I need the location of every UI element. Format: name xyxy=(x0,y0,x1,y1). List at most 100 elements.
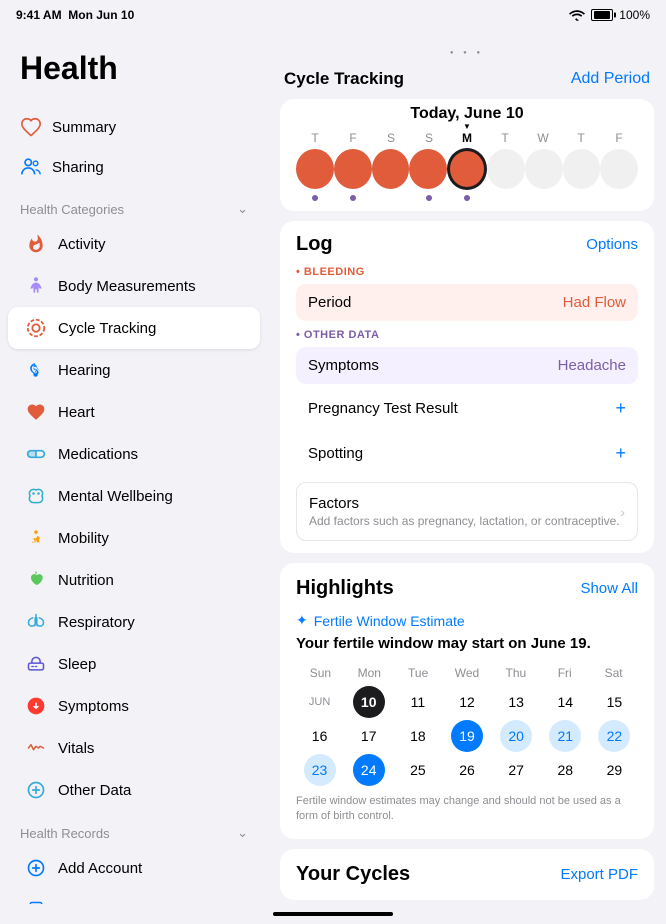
log-row-period[interactable]: Period Had Flow xyxy=(296,284,638,321)
sidebar-item-body-measurements[interactable]: Body Measurements xyxy=(8,265,260,307)
ear-icon xyxy=(24,358,48,382)
factors-chevron-icon: › xyxy=(620,504,625,520)
cal-day-24[interactable]: 24 xyxy=(353,754,385,786)
symptoms-row-label: Symptoms xyxy=(308,357,379,374)
cal-day-14[interactable]: 14 xyxy=(542,686,589,718)
fertile-footnote: Fertile window estimates may change and … xyxy=(296,794,638,825)
sidebar-item-symptoms[interactable]: Symptoms xyxy=(8,685,260,727)
day-circle-3[interactable] xyxy=(372,149,410,189)
battery-label: 100% xyxy=(619,8,650,22)
day-label-f2: F xyxy=(600,131,638,145)
sidebar-item-hearing[interactable]: Hearing xyxy=(8,349,260,391)
respiratory-label: Respiratory xyxy=(58,614,135,631)
fertile-sparkle-icon: ✦ xyxy=(296,612,308,629)
cal-day-18[interactable]: 18 xyxy=(394,720,441,752)
mobility-icon xyxy=(24,526,48,550)
sidebar-item-other-data[interactable]: Other Data xyxy=(8,769,260,811)
export-pdf-button[interactable]: Export PDF xyxy=(560,866,638,883)
log-row-symptoms[interactable]: Symptoms Headache xyxy=(296,347,638,384)
add-period-button[interactable]: Add Period xyxy=(571,70,650,88)
factors-row[interactable]: Factors Add factors such as pregnancy, l… xyxy=(296,482,638,541)
day-label-w: W xyxy=(524,131,562,145)
day-circle-9[interactable] xyxy=(600,149,638,189)
period-label: Period xyxy=(308,294,351,311)
day-circle-today[interactable] xyxy=(447,149,487,189)
pregnancy-test-plus[interactable]: + xyxy=(615,398,626,419)
log-row-spotting[interactable]: Spotting + xyxy=(296,433,638,474)
day-circle-8[interactable] xyxy=(563,149,601,189)
factors-label: Factors xyxy=(309,495,620,512)
log-section: Log Options • BLEEDING Period Had Flow •… xyxy=(280,221,654,553)
sidebar-item-medications[interactable]: Medications xyxy=(8,433,260,475)
cal-day-10[interactable]: 10 xyxy=(353,686,385,718)
sidebar-item-sleep[interactable]: Sleep xyxy=(8,643,260,685)
sleep-label: Sleep xyxy=(58,656,96,673)
cal-day-29[interactable]: 29 xyxy=(591,754,638,786)
sidebar-item-mental-wellbeing[interactable]: Mental Wellbeing xyxy=(8,475,260,517)
brain-icon xyxy=(24,484,48,508)
sidebar-item-heart[interactable]: Heart xyxy=(8,391,260,433)
options-button[interactable]: Options xyxy=(586,236,638,253)
battery-indicator xyxy=(591,8,613,22)
sidebar-item-cycle-tracking[interactable]: Cycle Tracking xyxy=(8,307,260,349)
sidebar-item-mobility[interactable]: Mobility xyxy=(8,517,260,559)
records-chevron-icon[interactable]: ⌄ xyxy=(237,825,248,841)
cal-day-17[interactable]: 17 xyxy=(345,720,392,752)
cal-tue: Tue xyxy=(394,664,443,682)
sidebar-item-add-account[interactable]: Add Account xyxy=(8,847,260,889)
health-records-header: Health Records ⌄ xyxy=(0,811,268,847)
cal-day-13[interactable]: 13 xyxy=(493,686,540,718)
home-indicator xyxy=(0,904,666,924)
sidebar-item-sharing[interactable]: Sharing xyxy=(0,147,268,187)
add-account-icon xyxy=(24,856,48,880)
day-label-t1: T xyxy=(296,131,334,145)
day-circle-7[interactable] xyxy=(525,149,563,189)
cal-sun: Sun xyxy=(296,664,345,682)
spotting-plus[interactable]: + xyxy=(615,443,626,464)
categories-chevron-icon[interactable]: ⌄ xyxy=(237,201,248,217)
cal-day-28[interactable]: 28 xyxy=(542,754,589,786)
sharing-label: Sharing xyxy=(52,159,104,176)
sidebar-item-activity[interactable]: Activity xyxy=(8,223,260,265)
cal-day-23[interactable]: 23 xyxy=(304,754,336,786)
status-bar: 9:41 AM Mon Jun 10 100% xyxy=(0,0,666,30)
sidebar-item-clinical-documents[interactable]: Clinical Documents xyxy=(8,889,260,904)
day-circle-1[interactable] xyxy=(296,149,334,189)
wifi-icon xyxy=(569,9,585,21)
sidebar-item-respiratory[interactable]: Respiratory xyxy=(8,601,260,643)
top-dots: ● ● ● xyxy=(268,30,666,63)
cal-day-12[interactable]: 12 xyxy=(443,686,490,718)
cal-day-26[interactable]: 26 xyxy=(443,754,490,786)
calendar-strip: Today, June 10 T F S S M T W T F xyxy=(280,99,654,211)
cal-day-16[interactable]: 16 xyxy=(296,720,343,752)
symptoms-icon xyxy=(24,694,48,718)
cal-day-21[interactable]: 21 xyxy=(549,720,581,752)
log-row-pregnancy-test[interactable]: Pregnancy Test Result + xyxy=(296,388,638,429)
your-cycles-bar: Your Cycles Export PDF xyxy=(280,849,654,900)
cal-day-15[interactable]: 15 xyxy=(591,686,638,718)
symptoms-value: Headache xyxy=(558,357,626,374)
day-label-s2: S xyxy=(410,131,448,145)
day-circle-4[interactable] xyxy=(409,149,447,189)
fertile-window-tag: ✦ Fertile Window Estimate xyxy=(296,612,638,629)
summary-label: Summary xyxy=(52,119,116,136)
pregnancy-test-label: Pregnancy Test Result xyxy=(308,400,458,417)
sidebar-item-nutrition[interactable]: Nutrition xyxy=(8,559,260,601)
sidebar-item-summary[interactable]: Summary xyxy=(0,107,268,147)
cal-day-19[interactable]: 19 xyxy=(451,720,483,752)
day-circle-6[interactable] xyxy=(487,149,525,189)
cal-day-27[interactable]: 27 xyxy=(493,754,540,786)
day-circle-2[interactable] xyxy=(334,149,372,189)
cycle-icon xyxy=(24,316,48,340)
hearing-label: Hearing xyxy=(58,362,111,379)
cal-day-25[interactable]: 25 xyxy=(394,754,441,786)
show-all-button[interactable]: Show All xyxy=(580,580,638,597)
factors-content: Factors Add factors such as pregnancy, l… xyxy=(309,495,620,528)
cal-day-20[interactable]: 20 xyxy=(500,720,532,752)
symptoms-label: Symptoms xyxy=(58,698,129,715)
cal-day-22[interactable]: 22 xyxy=(598,720,630,752)
cal-day-11[interactable]: 11 xyxy=(394,686,441,718)
sidebar-item-vitals[interactable]: Vitals xyxy=(8,727,260,769)
health-records-label: Health Records xyxy=(20,826,110,841)
figure-icon xyxy=(24,274,48,298)
